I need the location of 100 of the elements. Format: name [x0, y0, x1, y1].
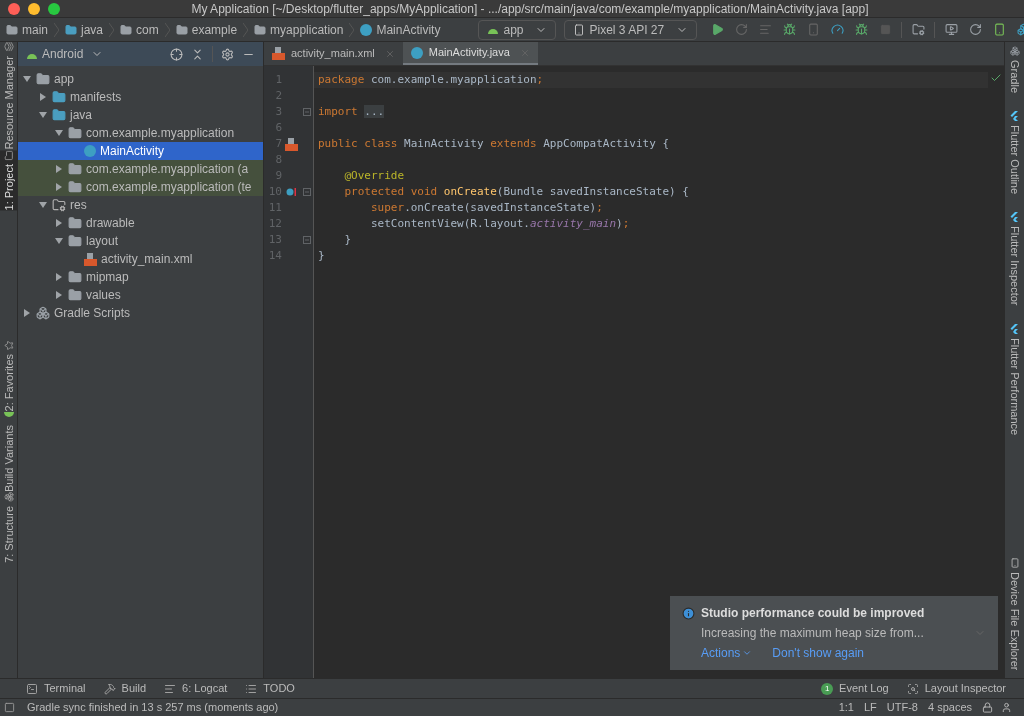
package-folder-icon	[68, 180, 82, 194]
structure-icon	[4, 491, 14, 502]
tree-item[interactable]: app	[18, 70, 263, 88]
breadcrumb[interactable]: java	[63, 20, 106, 39]
layout-file-icon	[272, 47, 285, 60]
status-item[interactable]: UTF-8	[886, 699, 918, 716]
tool-window-button[interactable]: TODO	[245, 680, 295, 697]
code-line: public class MainActivity extends AppCompatActivity {	[318, 135, 669, 152]
inspector-person-icon[interactable]	[1001, 702, 1012, 713]
expanded-arrow-icon[interactable]	[38, 200, 48, 210]
tree-item[interactable]: Gradle Scripts	[18, 304, 263, 322]
tree-item[interactable]: com.example.myapplication (te	[18, 178, 263, 196]
tree-item[interactable]: values	[18, 286, 263, 304]
tool-window-tab[interactable]: 2: Favorites	[0, 340, 18, 412]
tool-window-tab[interactable]: 1: Project	[0, 149, 18, 211]
status-item[interactable]: LF	[863, 699, 877, 716]
breadcrumb[interactable]: example	[173, 20, 240, 39]
tree-item[interactable]: mipmap	[18, 268, 263, 286]
tool-window-button[interactable]: Layout Inspector	[906, 680, 1006, 697]
module-folder-icon	[36, 72, 50, 86]
bug-icon	[854, 23, 868, 36]
locate-icon[interactable]	[170, 47, 183, 61]
stop-icon	[879, 24, 891, 35]
zoom-window-button[interactable]	[48, 2, 60, 15]
expanded-arrow-icon[interactable]	[22, 74, 32, 84]
gradle-icon	[1009, 46, 1020, 56]
layout-file-icon	[84, 252, 97, 266]
lock-icon[interactable]	[982, 702, 993, 713]
tool-window-button[interactable]: Build	[103, 680, 147, 697]
notification-title: Studio performance could be improved	[701, 605, 925, 622]
tree-item-label: java	[70, 107, 92, 124]
tool-window-tab[interactable]: Device File Explorer	[1006, 557, 1023, 670]
tool-window-button[interactable]: 6: Logcat	[164, 680, 228, 697]
minimize-window-button[interactable]	[28, 2, 40, 15]
class-icon	[410, 46, 423, 59]
tool-window-tab[interactable]: Gradle	[1006, 46, 1023, 94]
code-line: package com.example.myapplication;	[318, 71, 544, 88]
editor-tab[interactable]: MainActivity.java	[402, 42, 538, 65]
layout-file-icon	[284, 137, 298, 151]
fold-marker-icon[interactable]	[302, 108, 311, 116]
hammer-icon	[103, 682, 116, 695]
window-title: My Application [~/Desktop/flutter_apps/MyApplication] - .../app/src/main/java/com/example/myapplication/MainActivity.java [app]	[190, 0, 870, 18]
phone-icon	[992, 23, 1006, 36]
tree-item-label: res	[70, 197, 87, 214]
close-window-button[interactable]	[8, 2, 20, 15]
star-icon	[4, 340, 14, 351]
tree-item-label: mipmap	[86, 269, 129, 286]
breadcrumb[interactable]: com	[118, 20, 161, 39]
phone-icon	[1009, 557, 1020, 568]
tree-item[interactable]: res	[18, 196, 263, 214]
collapsed-arrow-icon[interactable]	[38, 92, 48, 102]
gradle-icon	[36, 306, 50, 320]
module-dropdown[interactable]: app	[478, 19, 557, 40]
tree-item[interactable]: com.example.myapplication (a	[18, 160, 263, 178]
panel-toggle-icon[interactable]	[4, 702, 15, 713]
tree-item[interactable]: layout	[18, 232, 263, 250]
tree-item-label: com.example.myapplication (a	[86, 161, 249, 178]
tree-item[interactable]: com.example.myapplication	[18, 124, 263, 142]
breadcrumb-separator-icon	[164, 22, 170, 37]
breadcrumb[interactable]: myapplication	[252, 20, 346, 39]
tree-item[interactable]: activity_main.xml	[18, 250, 263, 268]
class-icon	[360, 23, 373, 36]
dismiss-link[interactable]: Don't show again	[772, 644, 865, 662]
collapsed-arrow-icon[interactable]	[54, 218, 64, 228]
tool-window-button[interactable]: 1 Event Log	[821, 680, 889, 697]
tree-item[interactable]: drawable	[18, 214, 263, 232]
status-message: Gradle sync finished in 13 s 257 ms (moments ago)	[27, 700, 279, 716]
breadcrumb-separator-icon	[243, 22, 249, 37]
flutter-icon	[1010, 212, 1019, 223]
tree-item-label: activity_main.xml	[101, 251, 193, 268]
tool-window-tab[interactable]: Resource Manager	[0, 42, 18, 150]
tool-window-tab[interactable]: Flutter Performance	[1006, 323, 1023, 435]
tool-window-button[interactable]: Terminal	[26, 680, 86, 697]
collapsed-arrow-icon[interactable]	[22, 308, 32, 318]
flutter-icon	[1010, 323, 1019, 334]
flutter-icon	[1010, 111, 1019, 122]
tool-window-tab[interactable]: Flutter Inspector	[1006, 212, 1023, 306]
list-icon	[245, 682, 258, 695]
tree-item-label: com.example.myapplication	[86, 125, 235, 142]
status-item[interactable]: 4 spaces	[927, 699, 972, 716]
status-item[interactable]: 1:1	[838, 699, 854, 716]
actions-menu-link[interactable]: Actions	[701, 644, 753, 662]
tool-window-tab[interactable]: 7: Structure	[0, 491, 18, 563]
expanded-arrow-icon[interactable]	[54, 236, 64, 246]
view-dropdown[interactable]: Android	[26, 45, 104, 63]
tree-item[interactable]: MainActivity	[18, 142, 263, 160]
device-dropdown[interactable]: Pixel 3 API 27	[564, 19, 698, 40]
fold-marker-icon[interactable]	[302, 188, 311, 196]
tree-item[interactable]: manifests	[18, 88, 263, 106]
breadcrumb[interactable]: main	[4, 20, 50, 39]
breadcrumb[interactable]: MainActivity	[358, 20, 443, 39]
tool-window-tab[interactable]: Build Variants	[0, 411, 18, 492]
override-marker-icon[interactable]	[285, 187, 297, 197]
package-folder-icon	[68, 216, 82, 230]
tool-window-tab[interactable]: Flutter Outline	[1006, 111, 1023, 195]
collapse-all-icon[interactable]	[191, 47, 204, 61]
tree-item[interactable]: java	[18, 106, 263, 124]
fold-marker-icon[interactable]	[302, 236, 311, 244]
settings-icon[interactable]	[221, 47, 234, 61]
editor-tab[interactable]: activity_main.xml	[264, 42, 403, 65]
